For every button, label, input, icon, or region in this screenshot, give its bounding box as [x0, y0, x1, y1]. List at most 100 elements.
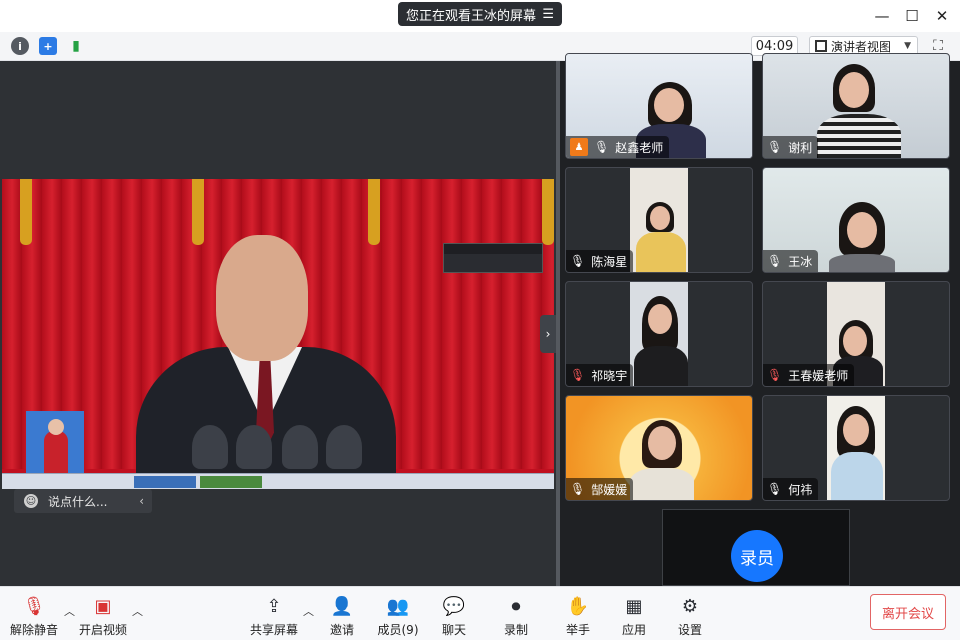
remote-mini-window [443, 243, 543, 273]
speaker-head [216, 235, 308, 361]
participant-body [831, 452, 883, 500]
participant-tile[interactable]: 🎙 王春媛老师 [762, 281, 950, 387]
participant-nametag: 🎙 王春媛老师 [763, 364, 855, 386]
participant-name: 王冰 [788, 254, 813, 269]
recorder-tile[interactable]: 录员 [662, 509, 850, 586]
microphone-icon: 🎙 [594, 140, 610, 154]
close-icon[interactable]: ✕ [930, 4, 954, 28]
participant-tile[interactable]: 🎙 谢利 [762, 53, 950, 159]
chat-button[interactable]: 💬 聊天 [426, 595, 482, 639]
record-label: 录制 [503, 623, 528, 637]
gallery-toggle-button[interactable]: › [540, 315, 556, 353]
participant-tile[interactable]: ♟ 🎙 赵鑫老师 [565, 53, 753, 159]
start-video-label: 开启视频 [78, 623, 127, 637]
participant-body [829, 254, 895, 272]
participant-tile[interactable]: 🎙 祁晓宇 [565, 281, 753, 387]
curtain-tassel [542, 179, 554, 245]
participant-nametag: 🎙 谢利 [763, 136, 819, 158]
record-button[interactable]: ⏺ 录制 [488, 595, 544, 639]
settings-button[interactable]: ⚙ 设置 [662, 595, 718, 639]
gear-icon: ⚙ [681, 595, 699, 617]
microphone-icon: 🎙 [767, 482, 783, 496]
maximize-icon[interactable]: ☐ [900, 4, 924, 28]
interpreter-face [48, 419, 64, 435]
apps-icon: ▦ [625, 595, 643, 617]
microphone-icon: 🎙 [570, 254, 586, 268]
raise-hand-button[interactable]: ✋ 举手 [550, 595, 606, 639]
sign-language-inset [26, 411, 84, 473]
microphone-muted-icon: 🎙 [570, 368, 586, 382]
participant-tile[interactable]: 🎙 陈海星 [565, 167, 753, 273]
microphone-muted-icon: 🎙 [22, 595, 46, 617]
minimize-icon[interactable]: — [870, 4, 894, 28]
apps-label: 应用 [621, 623, 646, 637]
curtain-tassel [192, 179, 204, 245]
chat-label: 聊天 [441, 623, 466, 637]
participant-body [636, 232, 686, 272]
participant-name: 祁晓宇 [591, 368, 628, 383]
chat-icon: 💬 [442, 595, 466, 617]
taskbar-app [134, 476, 196, 488]
shared-screen-area: ☺ 说点什么... ‹ › [0, 61, 556, 586]
podium-microphone [326, 425, 362, 469]
meeting-window: 您正在观看王冰的屏幕 ☰ — ☐ ✕ i + ▮ 04:09 演讲者视图 ▼ ⛶ [0, 0, 960, 640]
view-mode-label: 演讲者视图 [831, 39, 892, 54]
info-icon[interactable]: i [11, 37, 29, 55]
participant-face [843, 414, 869, 446]
participant-tile[interactable]: 🎙 何祎 [762, 395, 950, 501]
fullscreen-icon[interactable]: ⛶ [930, 38, 946, 54]
start-video-button[interactable]: ▣ 开启视频 [75, 595, 131, 639]
mini-window-bar [444, 244, 542, 254]
podium-microphone [282, 425, 318, 469]
unmute-label: 解除静音 [9, 623, 58, 637]
chat-input[interactable]: ☺ 说点什么... ‹ [14, 489, 152, 513]
participant-name: 赵鑫老师 [615, 140, 664, 155]
taskbar-app [200, 476, 262, 488]
members-icon: 👥 [386, 595, 410, 617]
screen-share-notice[interactable]: 您正在观看王冰的屏幕 ☰ [398, 2, 562, 26]
podium-microphone [192, 425, 228, 469]
participant-nametag: 🎙 祁晓宇 [566, 364, 634, 386]
microphone-icon: 🎙 [767, 140, 783, 154]
meeting-controls-bar: 🎙 解除静音 ︿ ▣ 开启视频 ︿ ⇪ 共享屏幕 ︿ 👤 邀请 👥 成员(9) … [0, 586, 960, 640]
participant-face [648, 426, 676, 460]
invite-button[interactable]: 👤 邀请 [314, 595, 370, 639]
participant-face [654, 88, 684, 122]
chevron-left-icon[interactable]: ‹ [139, 494, 144, 508]
apps-button[interactable]: ▦ 应用 [606, 595, 662, 639]
participant-nametag: 🎙 郜媛媛 [566, 478, 634, 500]
participant-name: 何祎 [788, 482, 813, 497]
participant-face [847, 212, 877, 248]
leave-meeting-button[interactable]: 离开会议 [870, 594, 946, 630]
remote-taskbar [2, 473, 554, 489]
emoji-icon[interactable]: ☺ [24, 494, 38, 508]
curtain-tassel [20, 179, 32, 245]
shield-icon[interactable]: + [39, 37, 57, 55]
microphone-icon: 🎙 [767, 254, 783, 268]
participant-face [650, 206, 670, 230]
record-icon: ⏺ [511, 595, 521, 617]
share-screen-button[interactable]: ⇪ 共享屏幕 [246, 595, 302, 639]
signal-icon[interactable]: ▮ [67, 37, 85, 55]
podium-microphone [236, 425, 272, 469]
chevron-up-icon[interactable]: ︿ [132, 603, 143, 619]
chevron-up-icon[interactable]: ︿ [303, 603, 314, 619]
participant-body [634, 346, 688, 386]
participant-nametag: 🎙 陈海星 [566, 250, 634, 272]
participant-face [648, 304, 672, 334]
chevron-up-icon[interactable]: ︿ [64, 603, 75, 619]
participant-tile[interactable]: 🎙 王冰 [762, 167, 950, 273]
add-user-icon: 👤 [330, 595, 354, 617]
settings-label: 设置 [677, 623, 702, 637]
participant-tile[interactable]: 🎙 郜媛媛 [565, 395, 753, 501]
invite-label: 邀请 [329, 623, 354, 637]
share-screen-label: 共享屏幕 [249, 623, 298, 637]
share-notice-text: 您正在观看王冰的屏幕 [406, 8, 537, 24]
participant-name: 谢利 [788, 140, 813, 155]
members-button[interactable]: 👥 成员(9) [370, 595, 426, 639]
unmute-button[interactable]: 🎙 解除静音 [6, 595, 62, 639]
participant-name: 王春媛老师 [788, 368, 849, 383]
participant-face [839, 72, 869, 108]
chevron-down-icon: ▼ [904, 41, 911, 51]
list-icon[interactable]: ☰ [542, 7, 554, 22]
